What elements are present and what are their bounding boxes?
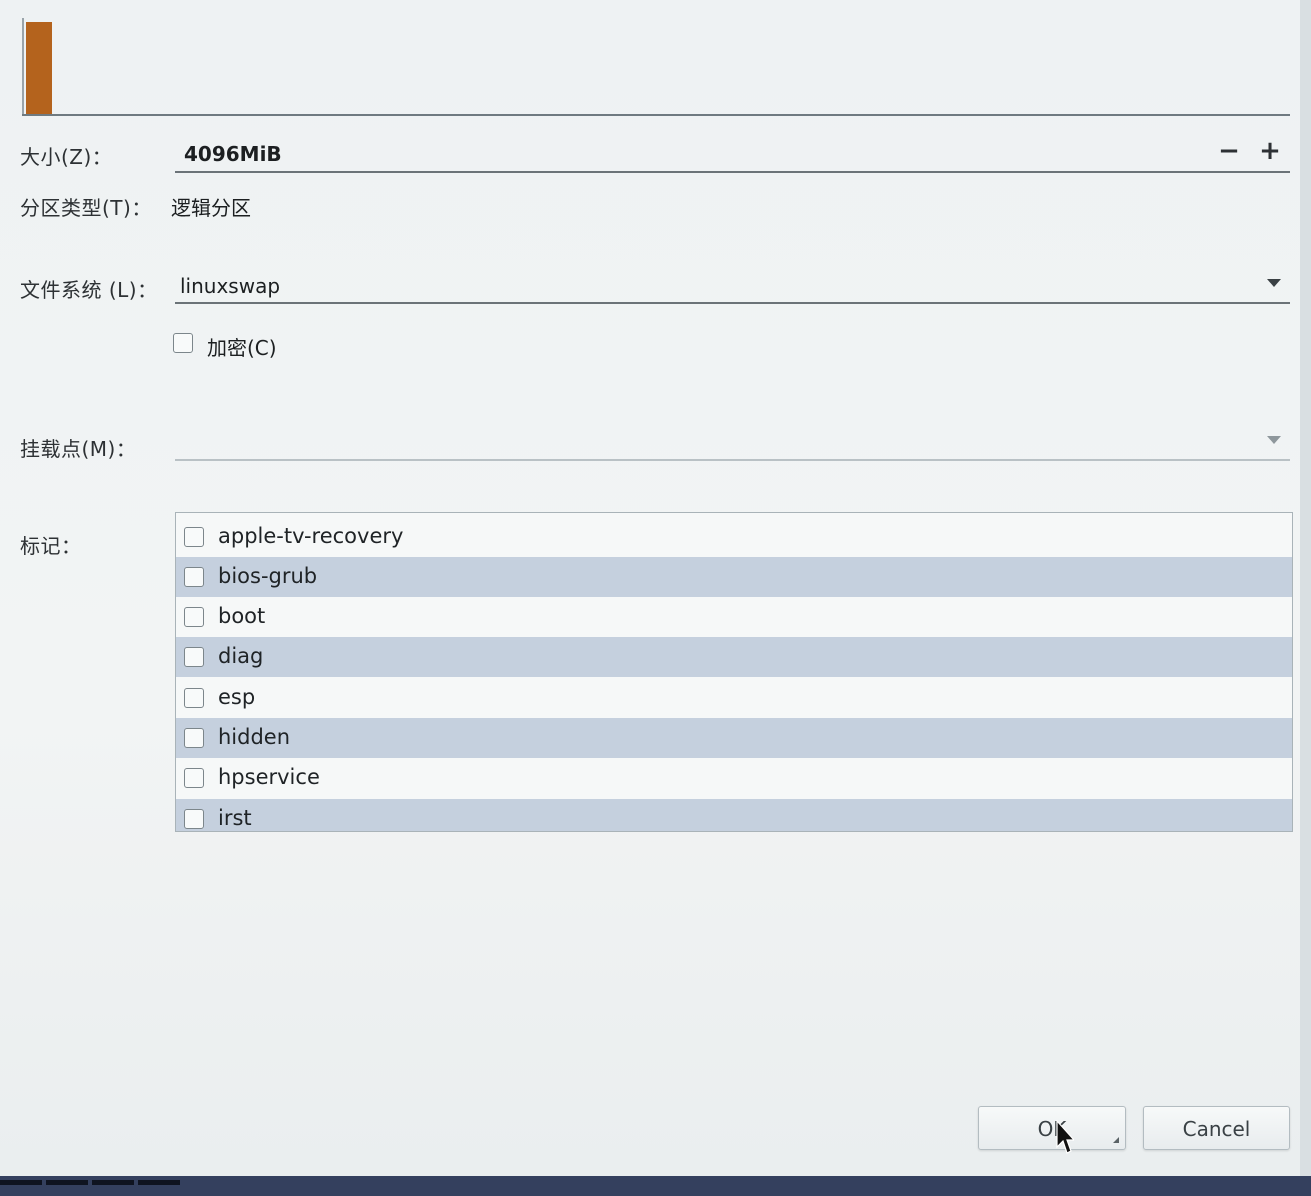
- flag-row-hpservice[interactable]: hpservice: [176, 758, 1292, 798]
- cancel-button-label: Cancel: [1182, 1117, 1251, 1141]
- cancel-button[interactable]: Cancel: [1143, 1106, 1290, 1150]
- chevron-down-icon: [1267, 436, 1281, 444]
- flag-checkbox[interactable]: [184, 728, 204, 748]
- flag-label: irst: [218, 806, 252, 830]
- flag-row-diag[interactable]: diag: [176, 637, 1292, 677]
- mouse-pointer-icon: [1056, 1120, 1074, 1154]
- decrease-size-button[interactable]: −: [1216, 138, 1242, 164]
- partition-bar: [22, 18, 1290, 116]
- flag-row-boot[interactable]: boot: [176, 597, 1292, 637]
- flag-label: boot: [218, 604, 266, 628]
- chevron-down-icon: [1267, 279, 1281, 287]
- taskbar-strip: [0, 1176, 1311, 1196]
- mount-point-select-underline: [175, 459, 1290, 461]
- encrypt-checkbox[interactable]: [173, 333, 193, 353]
- partition-bar-baseline: [22, 114, 1290, 116]
- flag-checkbox[interactable]: [184, 768, 204, 788]
- flag-checkbox[interactable]: [184, 527, 204, 547]
- size-input-underline: [175, 171, 1290, 173]
- size-input[interactable]: 4096MiB: [184, 142, 282, 166]
- flag-row-apple-tv-recovery[interactable]: apple-tv-recovery: [176, 517, 1292, 557]
- filesystem-select-value: linuxswap: [180, 274, 281, 298]
- taskbar-segment: [0, 1180, 42, 1185]
- partition-used-segment[interactable]: [26, 22, 52, 116]
- flag-label: diag: [218, 644, 264, 668]
- flag-checkbox[interactable]: [184, 809, 204, 829]
- filesystem-select-underline: [175, 302, 1290, 304]
- increase-size-button[interactable]: +: [1257, 138, 1283, 164]
- flags-label: 标记：: [20, 534, 82, 558]
- flag-label: apple-tv-recovery: [218, 524, 404, 548]
- window-edge: [1300, 0, 1311, 1176]
- flag-checkbox[interactable]: [184, 607, 204, 627]
- flags-list[interactable]: apple-tv-recovery bios-grub boot diag es…: [175, 512, 1293, 832]
- partition-type-label: 分区类型(T)：: [20, 196, 152, 220]
- partition-type-value: 逻辑分区: [171, 196, 251, 220]
- flag-checkbox[interactable]: [184, 647, 204, 667]
- create-partition-dialog: 大小(Z)： 4096MiB − + 分区类型(T)： 逻辑分区 文件系统 (L…: [0, 0, 1300, 1176]
- taskbar-segment: [46, 1180, 88, 1185]
- flag-row-hidden[interactable]: hidden: [176, 718, 1292, 758]
- flag-checkbox[interactable]: [184, 688, 204, 708]
- flag-label: esp: [218, 685, 256, 709]
- flag-label: bios-grub: [218, 564, 318, 588]
- flag-row-bios-grub[interactable]: bios-grub: [176, 557, 1292, 597]
- mount-point-label: 挂载点(M)：: [20, 437, 137, 461]
- flag-checkbox[interactable]: [184, 567, 204, 587]
- taskbar-segment: [92, 1180, 134, 1185]
- partition-bar-edge: [22, 18, 24, 116]
- resize-corner-icon: [1113, 1137, 1119, 1143]
- ok-button[interactable]: OK: [978, 1106, 1126, 1150]
- encrypt-label: 加密(C): [207, 336, 277, 360]
- flag-label: hpservice: [218, 765, 320, 789]
- size-label: 大小(Z)：: [20, 145, 113, 169]
- flag-row-irst[interactable]: irst: [176, 799, 1292, 831]
- filesystem-label: 文件系统 (L)：: [20, 278, 158, 302]
- flag-label: hidden: [218, 725, 291, 749]
- taskbar-segment: [138, 1180, 180, 1185]
- flag-row-esp[interactable]: esp: [176, 678, 1292, 718]
- mount-point-select[interactable]: [175, 420, 1290, 460]
- filesystem-select[interactable]: linuxswap: [175, 262, 1290, 304]
